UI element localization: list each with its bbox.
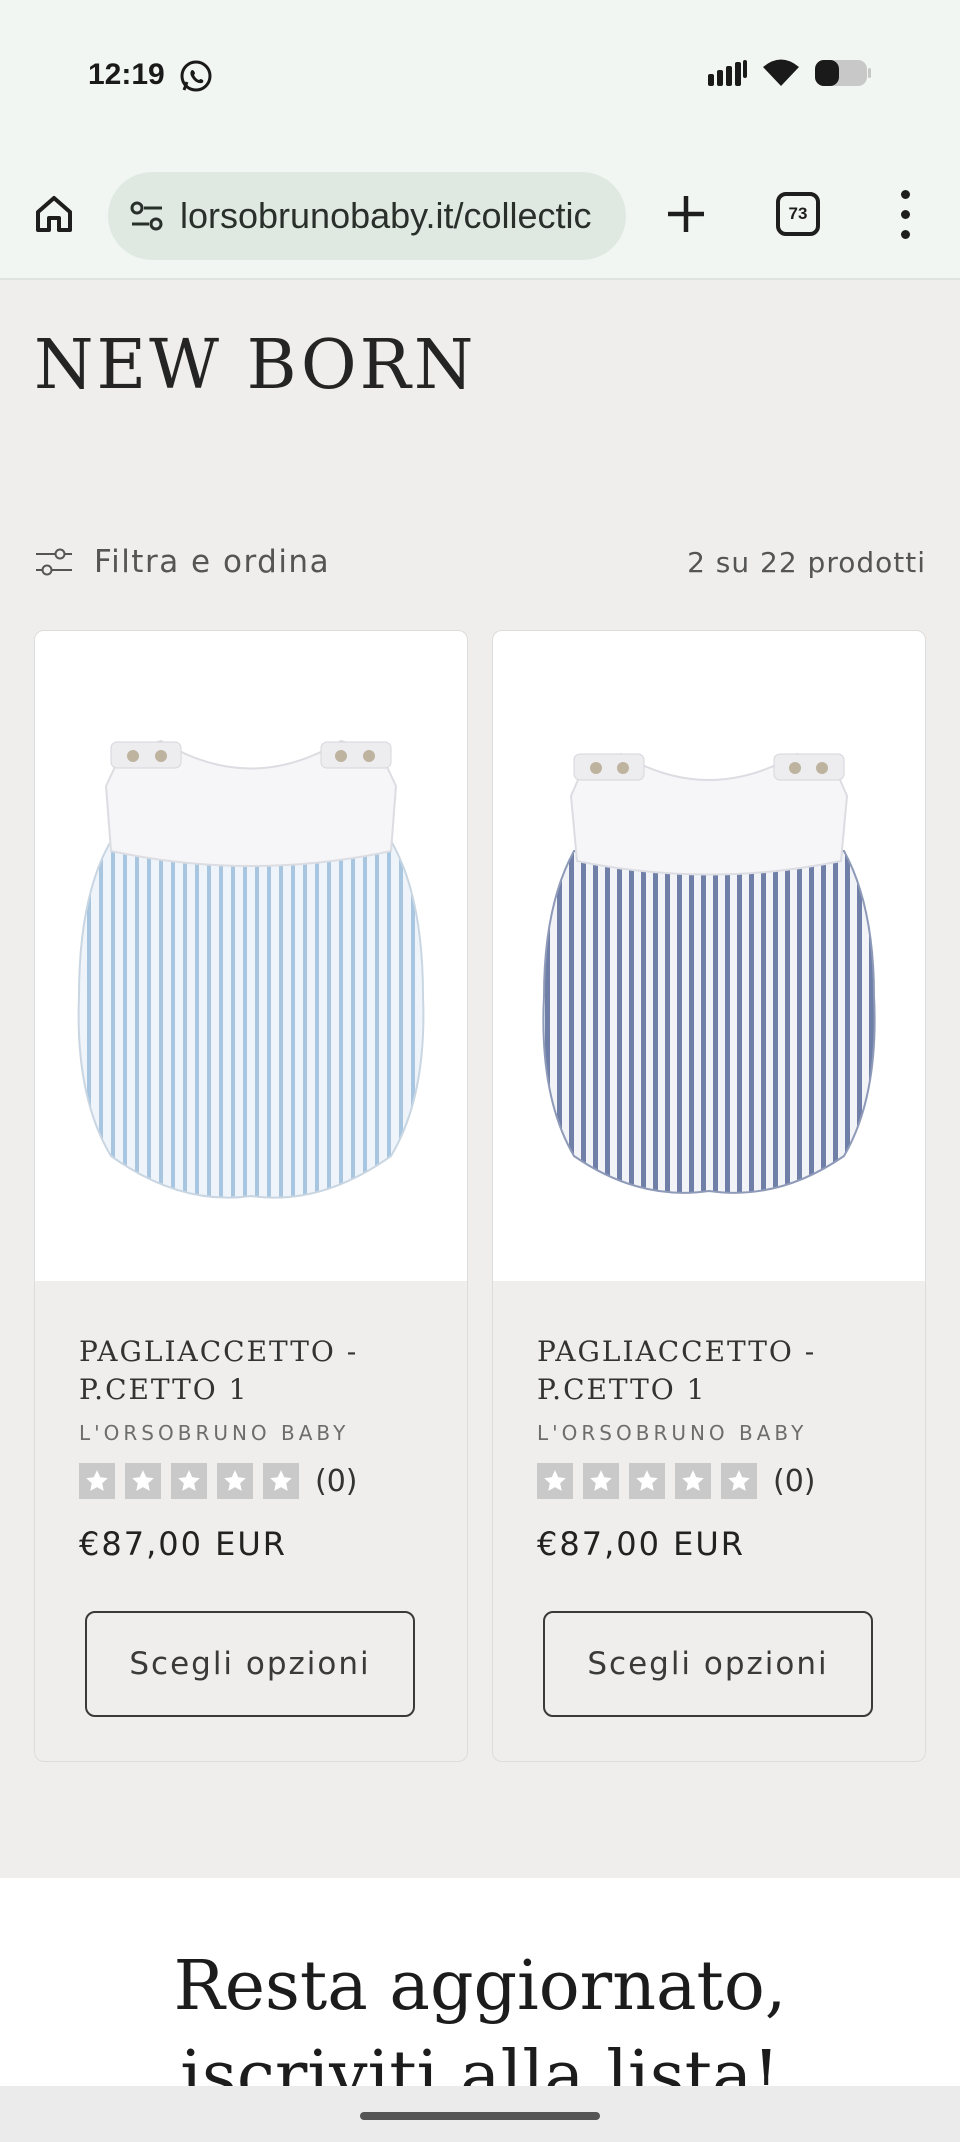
home-icon xyxy=(36,196,72,232)
browser-toolbar: lorsobrunobaby.it/collectic 73 xyxy=(0,160,960,280)
product-title[interactable]: PAGLIACCETTO - P.CETTO 1 xyxy=(537,1333,881,1409)
filter-sliders-icon xyxy=(36,548,72,576)
product-vendor: L'ORSOBRUNO BABY xyxy=(79,1421,350,1445)
signal-icon xyxy=(708,60,747,86)
url-text[interactable]: lorsobrunobaby.it/collectic xyxy=(180,195,592,237)
product-image[interactable] xyxy=(35,631,467,1281)
home-gesture-handle[interactable] xyxy=(360,2112,600,2120)
more-menu-icon[interactable] xyxy=(890,184,920,244)
newsletter-title-line1: Resta aggiornato, xyxy=(173,1947,787,2026)
gesture-nav-bar xyxy=(0,2086,960,2142)
star-icon xyxy=(583,1463,619,1499)
product-grid: PAGLIACCETTO - P.CETTO 1 L'ORSOBRUNO BAB… xyxy=(34,630,926,1762)
rating-count: (0) xyxy=(773,1463,816,1499)
product-image[interactable] xyxy=(493,631,925,1281)
romper-image xyxy=(77,739,425,1199)
status-icons xyxy=(708,58,872,88)
star-icon xyxy=(537,1463,573,1499)
filter-sort-button[interactable]: Filtra e ordina xyxy=(34,544,330,580)
choose-options-button[interactable]: Scegli opzioni xyxy=(543,1611,873,1717)
product-rating: (0) xyxy=(79,1463,423,1499)
product-rating: (0) xyxy=(537,1463,881,1499)
star-icon xyxy=(629,1463,665,1499)
wifi-icon xyxy=(763,59,799,86)
filter-row: Filtra e ordina 2 su 22 prodotti xyxy=(34,540,926,584)
star-icon xyxy=(675,1463,711,1499)
new-tab-plus-icon[interactable] xyxy=(660,188,712,240)
product-title[interactable]: PAGLIACCETTO - P.CETTO 1 xyxy=(79,1333,423,1409)
star-icon xyxy=(721,1463,757,1499)
status-time: 12:19 xyxy=(88,58,165,91)
star-icon xyxy=(125,1463,161,1499)
product-title-line1[interactable]: PAGLIACCETTO - xyxy=(79,1333,423,1371)
tab-switcher-button[interactable]: 73 xyxy=(776,192,820,236)
filter-label[interactable]: Filtra e ordina xyxy=(94,544,330,580)
product-title-line1[interactable]: PAGLIACCETTO - xyxy=(537,1333,881,1371)
product-price: €87,00 EUR xyxy=(537,1525,746,1563)
home-button[interactable] xyxy=(28,188,80,240)
product-title-line2[interactable]: P.CETTO 1 xyxy=(79,1371,423,1409)
address-bar[interactable]: lorsobrunobaby.it/collectic xyxy=(108,172,626,260)
star-icon xyxy=(263,1463,299,1499)
rating-count: (0) xyxy=(315,1463,358,1499)
star-icon xyxy=(79,1463,115,1499)
romper-image xyxy=(542,752,876,1194)
product-count: 2 su 22 prodotti xyxy=(687,545,926,579)
product-card[interactable]: PAGLIACCETTO - P.CETTO 1 L'ORSOBRUNO BAB… xyxy=(492,630,926,1762)
page-title: NEW BORN xyxy=(34,326,477,405)
product-vendor: L'ORSOBRUNO BABY xyxy=(537,1421,808,1445)
status-bar: 12:19 xyxy=(0,0,960,160)
star-icon xyxy=(171,1463,207,1499)
whatsapp-icon xyxy=(180,60,212,92)
battery-icon xyxy=(815,60,871,86)
choose-options-button[interactable]: Scegli opzioni xyxy=(85,1611,415,1717)
product-card[interactable]: PAGLIACCETTO - P.CETTO 1 L'ORSOBRUNO BAB… xyxy=(34,630,468,1762)
site-settings-icon[interactable] xyxy=(126,195,168,237)
star-icon xyxy=(217,1463,253,1499)
product-title-line2[interactable]: P.CETTO 1 xyxy=(537,1371,881,1409)
product-price: €87,00 EUR xyxy=(79,1525,288,1563)
